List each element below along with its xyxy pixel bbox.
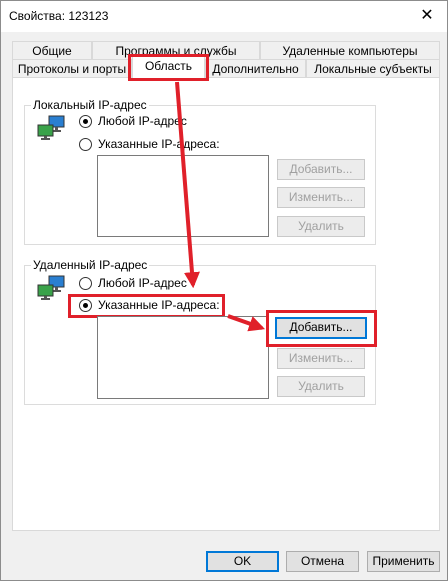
remote-ip-group-label: Удаленный IP-адрес	[31, 258, 150, 272]
computers-icon	[37, 275, 67, 301]
tab-protocols-ports[interactable]: Протоколы и порты	[12, 59, 132, 79]
tab-advanced[interactable]: Дополнительно	[205, 59, 306, 79]
ok-button[interactable]: OK	[206, 551, 279, 572]
local-delete-button[interactable]: Удалить	[277, 216, 365, 237]
properties-dialog: Свойства: 123123 ✕ Общие Программы и слу…	[0, 0, 448, 581]
tab-remote-computers[interactable]: Удаленные компьютеры	[260, 41, 440, 61]
apply-button[interactable]: Применить	[367, 551, 440, 572]
remote-delete-button[interactable]: Удалить	[277, 376, 365, 397]
local-specified-ip-radio[interactable]	[79, 138, 92, 151]
close-icon[interactable]: ✕	[416, 7, 438, 25]
annotation-highlight-scope-tab	[128, 54, 209, 81]
local-add-button[interactable]: Добавить...	[277, 159, 365, 180]
tab-local-principals[interactable]: Локальные субъекты	[306, 59, 440, 79]
local-edit-button[interactable]: Изменить...	[277, 187, 365, 208]
window-title: Свойства: 123123	[9, 9, 109, 23]
local-ip-group-label: Локальный IP-адрес	[31, 98, 149, 112]
local-any-ip-label: Любой IP-адрес	[98, 114, 187, 128]
title-bar: Свойства: 123123 ✕	[1, 1, 447, 32]
remote-edit-button[interactable]: Изменить...	[277, 348, 365, 369]
annotation-highlight-specified-option	[68, 294, 225, 318]
local-specified-ip-label: Указанные IP-адреса:	[98, 137, 220, 151]
remote-any-ip-label: Любой IP-адрес	[98, 276, 187, 290]
local-ip-list[interactable]	[97, 155, 269, 237]
local-any-ip-radio[interactable]	[79, 115, 92, 128]
remote-any-ip-radio[interactable]	[79, 277, 92, 290]
computers-icon	[37, 115, 67, 141]
tab-general[interactable]: Общие	[12, 41, 92, 61]
cancel-button[interactable]: Отмена	[286, 551, 359, 572]
remote-ip-list[interactable]	[97, 316, 269, 399]
annotation-highlight-add-button	[266, 310, 377, 347]
